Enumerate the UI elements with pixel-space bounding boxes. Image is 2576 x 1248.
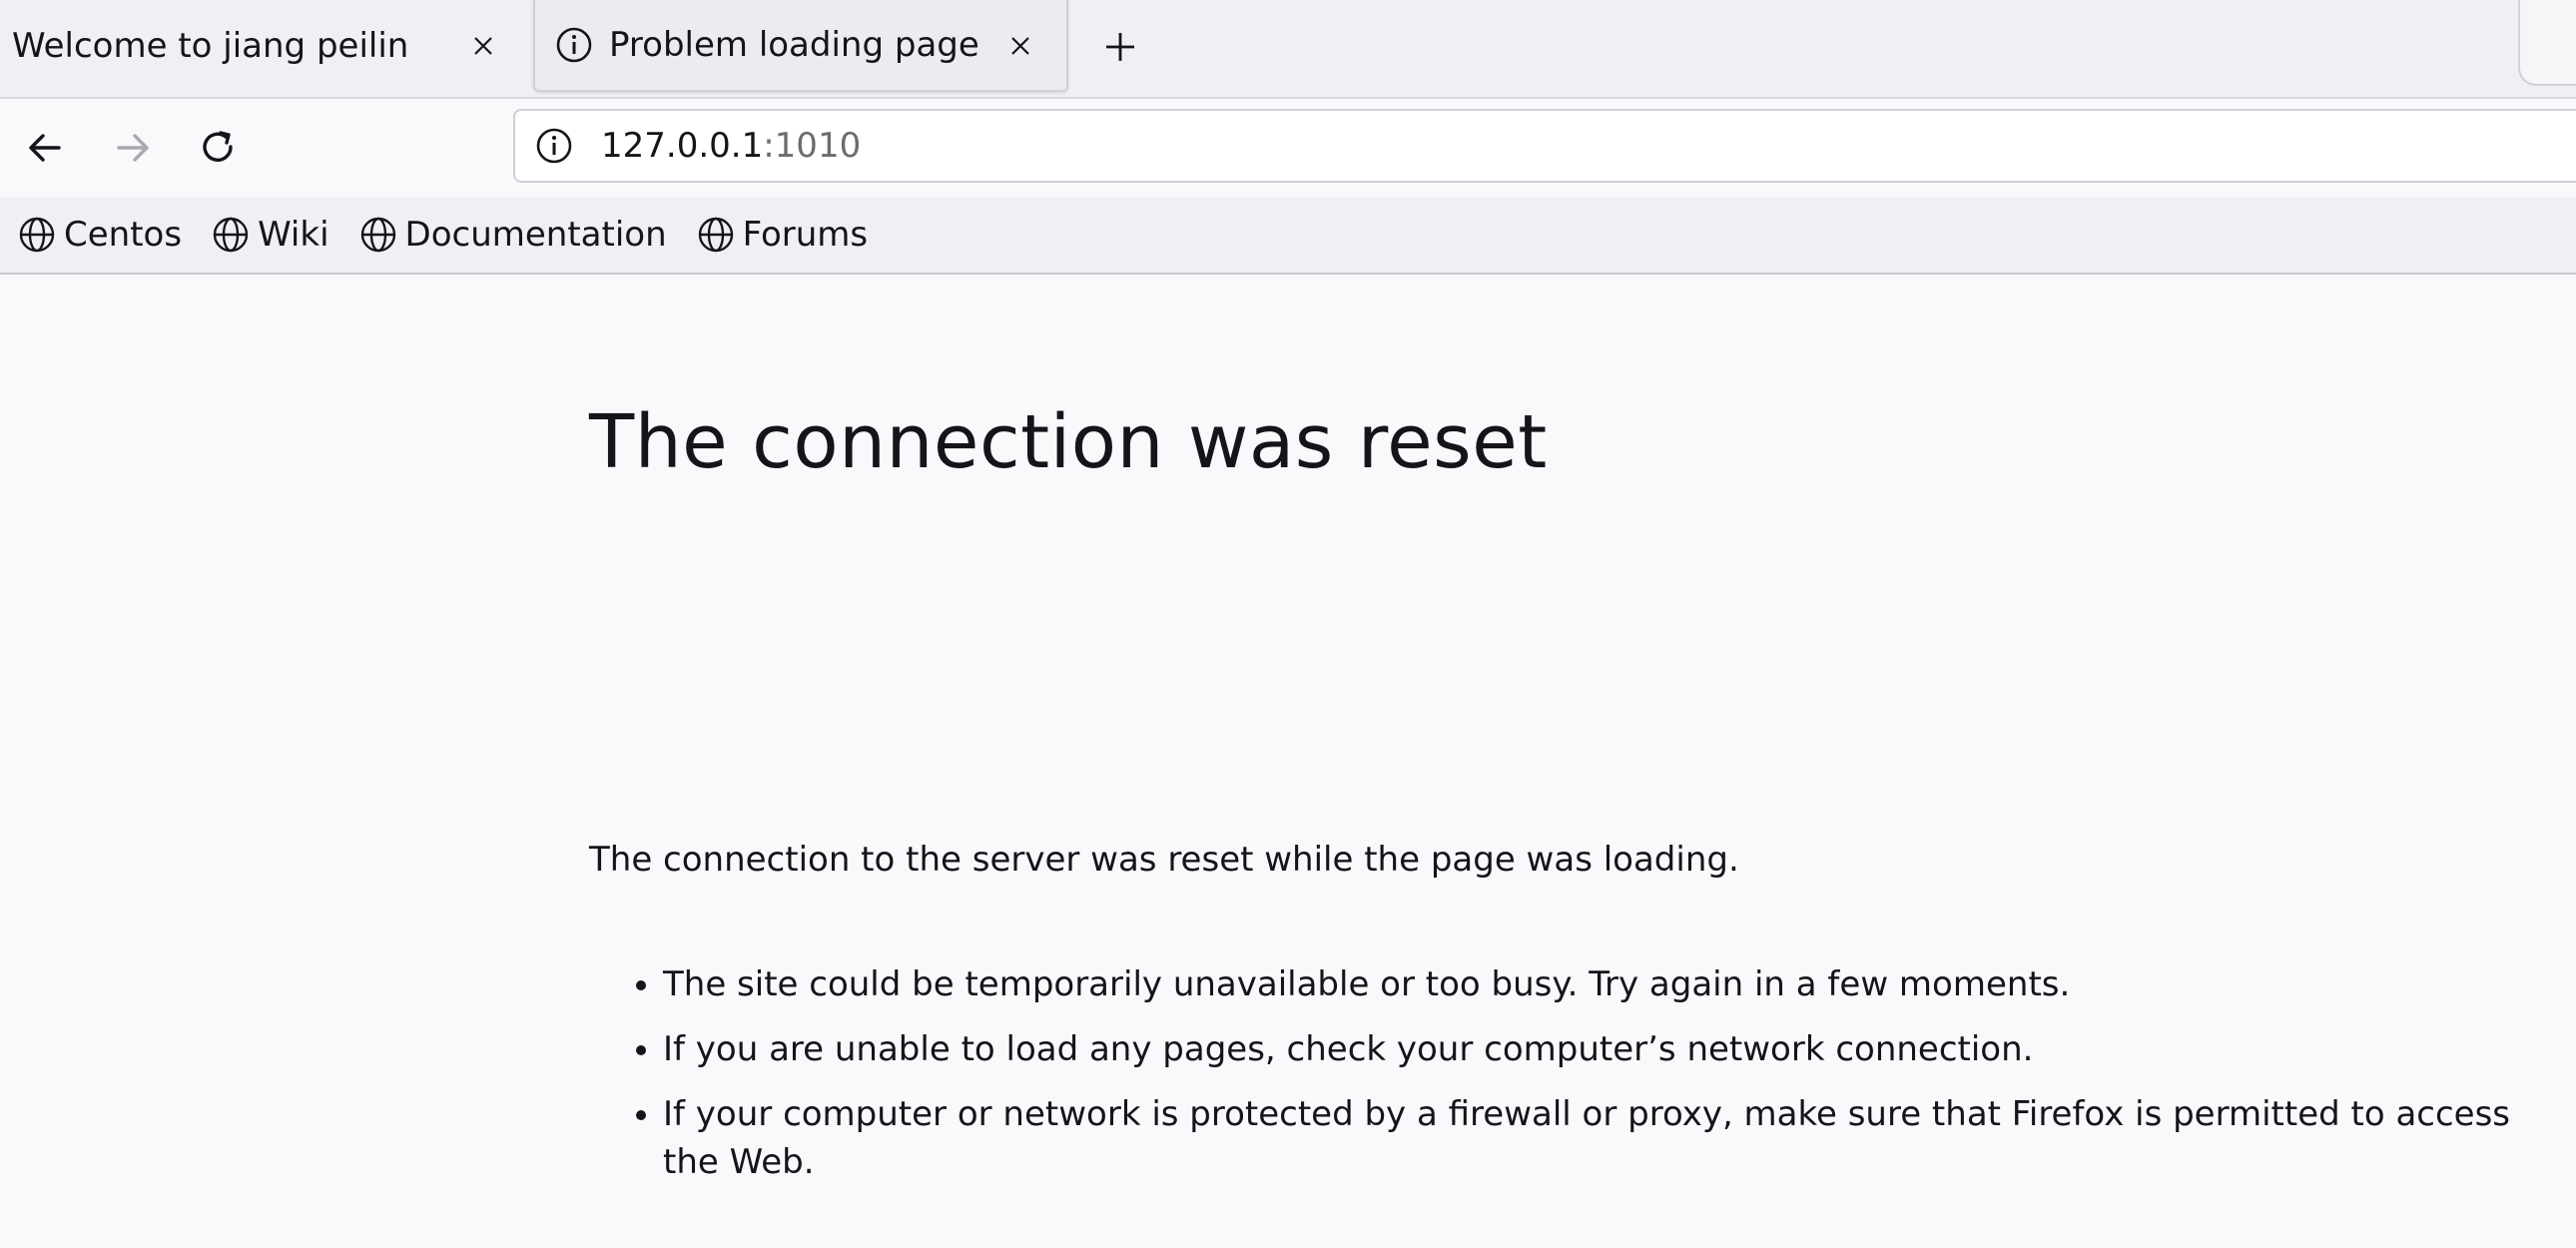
bookmark-label: Documentation bbox=[404, 215, 667, 255]
tab-title: Problem loading page bbox=[609, 25, 979, 65]
list-item: If your computer or network is protected… bbox=[663, 1090, 2560, 1186]
error-description: The connection to the server was reset w… bbox=[589, 840, 1739, 880]
url-bar[interactable]: 127.0.0.1:1010 bbox=[513, 109, 2576, 183]
page-title: The connection was reset bbox=[589, 399, 1548, 485]
navigation-toolbar: 127.0.0.1:1010 bbox=[0, 99, 2576, 197]
tab-title: Welcome to jiang peilin bbox=[12, 26, 409, 66]
url-port: :1010 bbox=[763, 126, 862, 166]
reload-icon[interactable] bbox=[194, 123, 244, 173]
window-control[interactable] bbox=[2518, 0, 2576, 86]
bookmark-forums[interactable]: Forums bbox=[689, 205, 877, 265]
close-icon[interactable] bbox=[1000, 26, 1040, 66]
suggestion-list: The site could be temporarily unavailabl… bbox=[589, 960, 2560, 1203]
bookmark-documentation[interactable]: Documentation bbox=[351, 205, 675, 265]
bookmark-label: Wiki bbox=[258, 215, 329, 255]
bookmark-label: Forums bbox=[742, 215, 869, 255]
globe-icon bbox=[19, 217, 55, 253]
forward-arrow-icon[interactable] bbox=[108, 123, 158, 173]
plus-icon[interactable] bbox=[1098, 25, 1142, 69]
back-arrow-icon[interactable] bbox=[20, 123, 70, 173]
globe-icon bbox=[213, 217, 249, 253]
bookmark-centos[interactable]: Centos bbox=[10, 205, 190, 265]
bookmarks-toolbar: Centos Wiki Documentation Forums bbox=[0, 197, 2576, 275]
tab-welcome[interactable]: Welcome to jiang peilin bbox=[0, 0, 529, 92]
bookmark-label: Centos bbox=[64, 215, 183, 255]
globe-icon bbox=[360, 217, 395, 253]
bookmark-wiki[interactable]: Wiki bbox=[204, 205, 336, 265]
info-icon[interactable] bbox=[535, 124, 579, 168]
url-host: 127.0.0.1 bbox=[601, 126, 764, 166]
close-icon[interactable] bbox=[463, 26, 503, 66]
tab-strip: Welcome to jiang peilin Problem loading … bbox=[0, 0, 2576, 99]
info-icon bbox=[555, 25, 595, 65]
list-item: If you are unable to load any pages, che… bbox=[663, 1025, 2560, 1073]
globe-icon bbox=[698, 217, 733, 253]
tab-problem-loading[interactable]: Problem loading page bbox=[533, 0, 1068, 92]
list-item: The site could be temporarily unavailabl… bbox=[663, 960, 2560, 1008]
url-text[interactable]: 127.0.0.1:1010 bbox=[601, 126, 861, 166]
